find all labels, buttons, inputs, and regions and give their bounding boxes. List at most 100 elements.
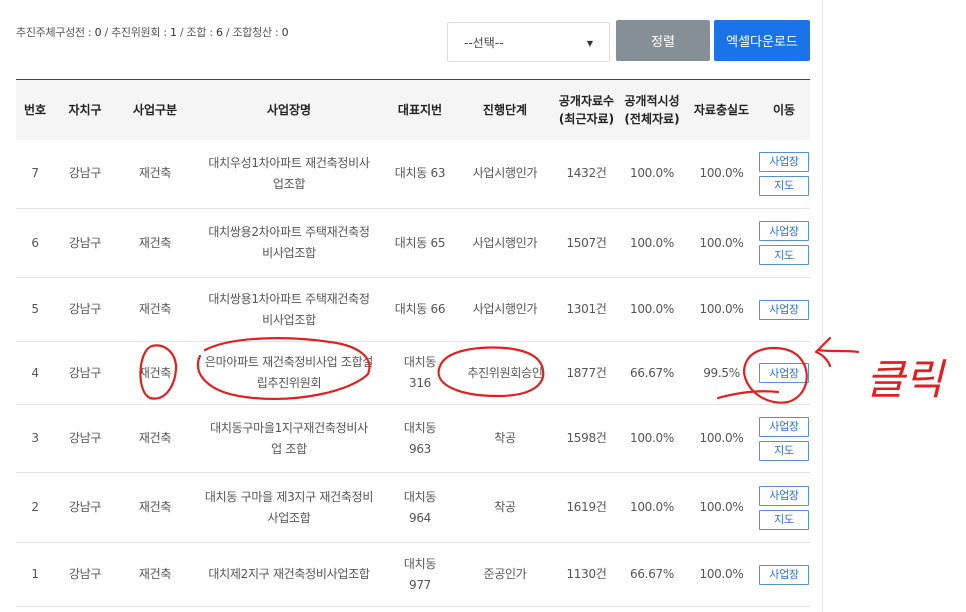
- project-name-cell: 대치동구마을1지구재건축정비사 업 조합: [210, 420, 368, 456]
- stage-cell: 착공: [494, 431, 516, 445]
- header-row: 번호 자치구 사업구분 사업장명 대표지번 진행단계 공개자료수 (최근자료) 공개적시성 (…: [16, 79, 810, 140]
- table-row: 5 강남구 재건축 대치쌍용1차아파트 주택재건축정 비사업조합 대치동 66 사업시행인…: [16, 278, 810, 342]
- map-button[interactable]: 지도: [759, 175, 809, 196]
- district-cell: 강남구: [68, 166, 102, 181]
- filter-select[interactable]: --선택-- ▼: [447, 22, 610, 62]
- row-number: 3: [31, 431, 39, 445]
- stage-cell: 추진위원회승인: [467, 365, 543, 380]
- column-header: 공개자료수 (최근자료): [558, 93, 615, 126]
- row-number: 4: [31, 365, 39, 380]
- district-cell: 강남구: [68, 235, 102, 250]
- count-cell: 1507건: [566, 235, 607, 250]
- fidelity-cell: 100.0%: [699, 302, 744, 316]
- fidelity-cell: 100.0%: [699, 235, 744, 250]
- fidelity-cell: 99.5%: [703, 365, 740, 380]
- site-button[interactable]: 사업장: [759, 299, 809, 320]
- fidelity-cell: 100.0%: [699, 166, 744, 181]
- actions-cell: 사업장지도: [758, 209, 810, 278]
- actions-cell: 사업장: [758, 278, 810, 342]
- count-cell: 1432건: [566, 166, 607, 181]
- district-cell: 강남구: [68, 302, 102, 316]
- row-number: 5: [31, 302, 39, 316]
- project-name-cell: 대치동 구마을 제3지구 재건축정비 사업조합: [204, 489, 374, 525]
- stage-cell: 준공인가: [483, 567, 527, 581]
- lot-cell: 대치동 65: [394, 235, 446, 250]
- actions-cell: 사업장지도: [758, 140, 810, 209]
- column-header: 자치구: [68, 102, 102, 117]
- count-cell: 1877건: [566, 365, 607, 380]
- stage-cell: 사업시행인가: [472, 302, 538, 316]
- fidelity-cell: 100.0%: [699, 567, 744, 581]
- excel-download-button[interactable]: 엑셀다운로드: [714, 20, 810, 61]
- lot-cell: 대치동 964: [403, 489, 437, 525]
- actions-cell: 사업장: [758, 543, 810, 607]
- site-button[interactable]: 사업장: [759, 363, 809, 383]
- column-header: 공개적시성 (전체자료): [624, 93, 680, 126]
- table-row: 4 강남구 재건축 은마아파트 재건축정비사업 조합설 립추진위원회 대치동 316 추진…: [16, 342, 810, 405]
- map-button[interactable]: 지도: [759, 440, 809, 461]
- timeliness-cell: 100.0%: [630, 302, 674, 316]
- stage-cell: 사업시행인가: [472, 235, 538, 250]
- column-header: 자료충실도: [693, 102, 750, 117]
- timeliness-cell: 100.0%: [630, 166, 674, 181]
- stage-cell: 사업시행인가: [472, 166, 538, 181]
- sort-button[interactable]: 정렬: [616, 20, 710, 61]
- lot-cell: 대치동 63: [394, 166, 446, 181]
- column-header: 사업구분: [132, 102, 178, 117]
- lot-cell: 대치동 963: [403, 420, 437, 456]
- actions-cell: 사업장: [758, 342, 810, 405]
- lot-cell: 대치동 66: [394, 302, 446, 316]
- status-summary: 추진주체구성전 : 0 / 추진위원회 : 1 / 조합 : 6 / 조합청산 …: [16, 26, 289, 39]
- main-content: 추진주체구성전 : 0 / 추진위원회 : 1 / 조합 : 6 / 조합청산 …: [0, 0, 822, 612]
- site-button[interactable]: 사업장: [759, 564, 809, 585]
- site-button[interactable]: 사업장: [759, 221, 809, 241]
- type-cell: 재건축: [138, 567, 172, 581]
- row-number: 1: [31, 567, 39, 581]
- timeliness-cell: 100.0%: [630, 235, 674, 250]
- project-name-cell: 대치제2지구 재건축정비사업조합: [208, 567, 370, 581]
- project-name-cell: 대치우성1차아파트 재건축정비사 업조합: [208, 155, 370, 191]
- district-cell: 강남구: [68, 567, 102, 581]
- column-header: 진행단계: [482, 102, 528, 117]
- site-button[interactable]: 사업장: [759, 151, 809, 172]
- fidelity-cell: 100.0%: [699, 500, 744, 514]
- actions-cell: 사업장지도: [758, 405, 810, 473]
- district-cell: 강남구: [68, 500, 102, 514]
- count-cell: 1619건: [566, 500, 607, 514]
- type-cell: 재건축: [138, 365, 172, 380]
- timeliness-cell: 66.67%: [630, 567, 674, 581]
- table-row: 3 강남구 재건축 대치동구마을1지구재건축정비사 업 조합 대치동 963 착공 1598…: [16, 405, 810, 473]
- type-cell: 재건축: [138, 166, 172, 181]
- type-cell: 재건축: [138, 500, 172, 514]
- filter-select-value: --선택--: [464, 35, 504, 50]
- annotation-text: 클릭: [866, 355, 947, 404]
- site-button[interactable]: 사업장: [759, 416, 809, 437]
- map-button[interactable]: 지도: [759, 245, 809, 265]
- count-cell: 1301건: [566, 302, 607, 316]
- type-cell: 재건축: [138, 302, 172, 316]
- lot-cell: 대치동 977: [403, 556, 437, 592]
- timeliness-cell: 100.0%: [630, 431, 674, 445]
- row-number: 7: [31, 166, 39, 181]
- type-cell: 재건축: [138, 431, 172, 445]
- map-button[interactable]: 지도: [759, 509, 809, 530]
- caret-down-icon: ▼: [586, 39, 593, 48]
- column-header: 사업장명: [266, 102, 312, 117]
- row-number: 2: [31, 500, 39, 514]
- fidelity-cell: 100.0%: [699, 431, 744, 445]
- project-name-cell: 은마아파트 재건축정비사업 조합설 립추진위원회: [204, 355, 374, 390]
- count-cell: 1598건: [566, 431, 607, 445]
- column-header: 대표지번: [397, 102, 443, 117]
- table-row: 7 강남구 재건축 대치우성1차아파트 재건축정비사 업조합 대치동 63 사업시행인가 1…: [16, 140, 810, 209]
- row-number: 6: [31, 235, 39, 250]
- actions-cell: 사업장지도: [758, 473, 810, 543]
- table-row: 6 강남구 재건축 대치쌍용2차아파트 주택재건축정 비사업조합 대치동 65 사업시행인…: [16, 209, 810, 278]
- type-cell: 재건축: [138, 235, 172, 250]
- timeliness-cell: 66.67%: [630, 365, 674, 380]
- lot-cell: 대치동 316: [403, 355, 437, 390]
- timeliness-cell: 100.0%: [630, 500, 674, 514]
- panel-divider: [822, 0, 823, 612]
- project-table: 번호 자치구 사업구분 사업장명 대표지번 진행단계 공개자료수 (최근자료) 공개적시성 (…: [16, 79, 810, 607]
- stage-cell: 착공: [494, 500, 516, 514]
- site-button[interactable]: 사업장: [759, 485, 809, 506]
